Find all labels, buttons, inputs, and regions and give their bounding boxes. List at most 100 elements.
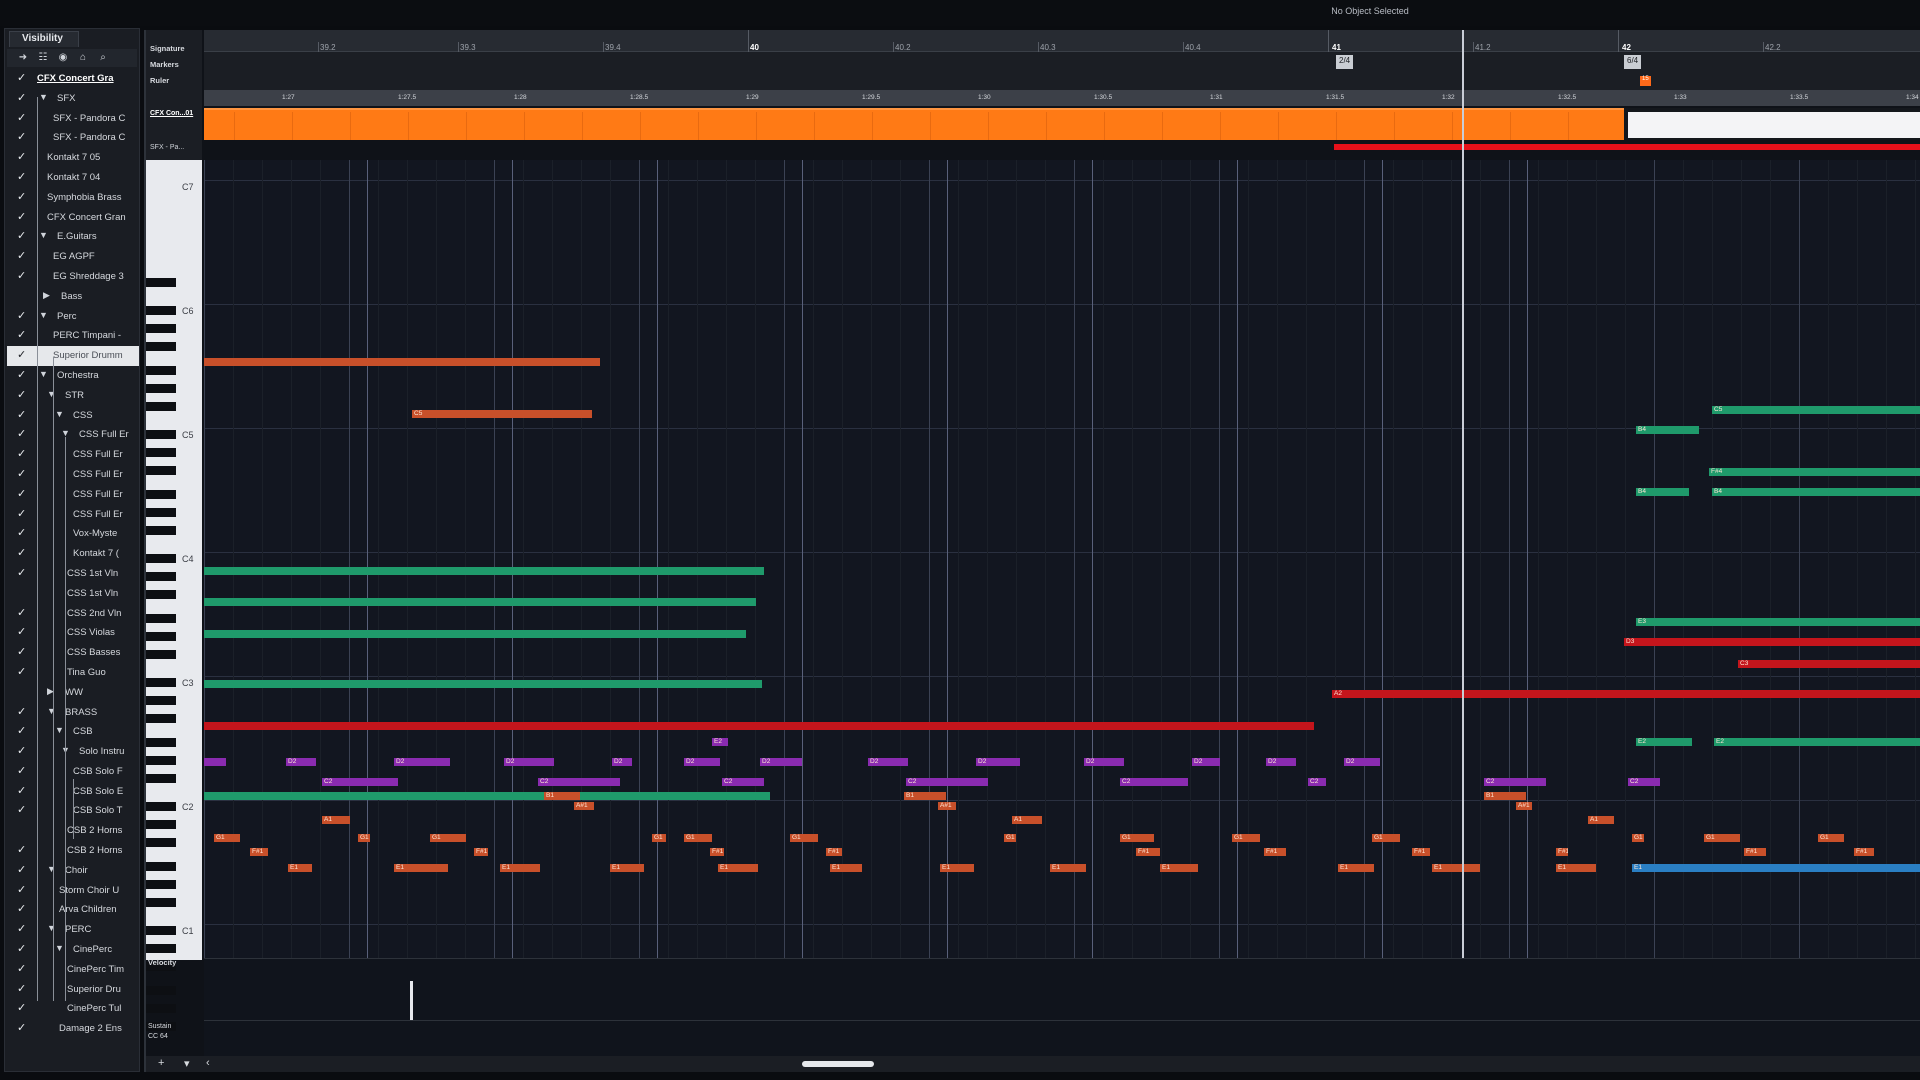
track-visibility-checkbox[interactable]: ✓ xyxy=(17,844,29,856)
midi-note[interactable] xyxy=(204,567,764,575)
track-visibility-checkbox[interactable]: ✓ xyxy=(17,706,29,718)
black-key[interactable] xyxy=(146,944,176,953)
midi-note[interactable]: G1 xyxy=(1818,834,1844,842)
track-visibility-checkbox[interactable]: ✓ xyxy=(17,864,29,876)
midi-note[interactable]: A#1 xyxy=(1516,802,1532,810)
midi-note[interactable]: C2 xyxy=(906,778,988,786)
track-visibility-checkbox[interactable]: ✓ xyxy=(17,646,29,658)
visibility-track-row[interactable]: ✓▼Solo Instru xyxy=(7,742,139,762)
track-visibility-checkbox[interactable]: ✓ xyxy=(17,428,29,440)
black-key[interactable] xyxy=(146,430,176,439)
midi-note[interactable]: G1 xyxy=(430,834,466,842)
part-empty-region[interactable] xyxy=(1628,112,1920,138)
midi-note[interactable]: D3 xyxy=(1624,638,1920,646)
visibility-track-row[interactable]: ✓ CFX Concert Gra xyxy=(7,69,139,89)
track-visibility-checkbox[interactable] xyxy=(17,824,29,836)
midi-note[interactable]: D2 xyxy=(868,758,908,766)
black-key[interactable] xyxy=(146,448,176,457)
tree-icon[interactable]: ☷ xyxy=(35,51,51,65)
folder-collapsed-icon[interactable]: ▶ xyxy=(43,290,50,301)
track-visibility-checkbox[interactable]: ✓ xyxy=(17,765,29,777)
midi-note[interactable] xyxy=(204,598,756,606)
black-key[interactable] xyxy=(146,714,176,723)
midi-note[interactable]: C2 xyxy=(1628,778,1660,786)
midi-note[interactable]: E1 xyxy=(1432,864,1458,872)
midi-note[interactable]: E3 xyxy=(1636,618,1920,626)
midi-note[interactable]: E1 xyxy=(610,864,644,872)
visibility-track-row[interactable]: ✓ CSB 2 Horns xyxy=(7,841,139,861)
track-visibility-checkbox[interactable]: ✓ xyxy=(17,131,29,143)
track-visibility-checkbox[interactable]: ✓ xyxy=(17,884,29,896)
visibility-track-row[interactable]: ✓ Kontakt 7 ( xyxy=(7,544,139,564)
black-key[interactable] xyxy=(146,862,176,871)
midi-note[interactable]: G1 xyxy=(1004,834,1016,842)
visibility-track-row[interactable]: ✓ Vox-Myste xyxy=(7,524,139,544)
midi-note[interactable]: F#1 xyxy=(1264,848,1286,856)
arrow-right-icon[interactable]: ➜ xyxy=(15,51,31,65)
visibility-track-row[interactable]: ✓ ▼ PERC xyxy=(7,920,139,940)
midi-note[interactable]: D2 xyxy=(976,758,1020,766)
visibility-track-row[interactable]: ✓ CSS Full Er xyxy=(7,465,139,485)
midi-note[interactable]: A1 xyxy=(322,816,350,824)
black-key[interactable] xyxy=(146,508,176,517)
track-visibility-checkbox[interactable]: ✓ xyxy=(17,1022,29,1034)
track-visibility-checkbox[interactable]: ✓ xyxy=(17,943,29,955)
track-visibility-checkbox[interactable]: ✓ xyxy=(17,923,29,935)
visibility-track-row[interactable]: CSS 1st Vln xyxy=(7,584,139,604)
midi-note[interactable]: A#1 xyxy=(938,802,956,810)
visibility-track-row[interactable]: ✓ ▼ CSS xyxy=(7,406,139,426)
track-visibility-checkbox[interactable]: ✓ xyxy=(17,963,29,975)
midi-note[interactable] xyxy=(204,758,226,766)
midi-note[interactable]: D2 xyxy=(1192,758,1220,766)
visibility-track-row[interactable]: ✓ CSS Full Er xyxy=(7,445,139,465)
folder-expanded-icon[interactable]: ▼ xyxy=(55,409,64,419)
visibility-track-row[interactable]: ✓ CSS 2nd Vln xyxy=(7,604,139,624)
visibility-track-row[interactable]: ✓ CSS Violas xyxy=(7,623,139,643)
midi-note[interactable]: E1 xyxy=(718,864,758,872)
midi-note[interactable]: C2 xyxy=(1308,778,1326,786)
black-key[interactable] xyxy=(146,820,176,829)
visibility-track-row[interactable]: ✓ EG Shreddage 3 xyxy=(7,267,139,287)
folder-expanded-icon[interactable]: ▼ xyxy=(39,92,48,102)
midi-note[interactable]: E1 xyxy=(1050,864,1086,872)
track-visibility-checkbox[interactable]: ✓ xyxy=(17,409,29,421)
visibility-track-row[interactable]: ▶ WW xyxy=(7,683,139,703)
midi-note[interactable]: E1 xyxy=(940,864,974,872)
midi-note[interactable] xyxy=(204,630,746,638)
black-key[interactable] xyxy=(146,342,176,351)
visibility-track-row[interactable]: ✓ ▼ STR xyxy=(7,386,139,406)
black-key[interactable] xyxy=(146,278,176,287)
visibility-tab[interactable]: Visibility xyxy=(9,31,79,47)
midi-note[interactable]: D2 xyxy=(1084,758,1124,766)
visibility-track-row[interactable]: ✓ CSS 1st Vln xyxy=(7,564,139,584)
velocity-bar[interactable] xyxy=(410,981,413,1021)
midi-note[interactable]: E1 xyxy=(830,864,862,872)
midi-note[interactable]: E1 xyxy=(1160,864,1198,872)
black-key[interactable] xyxy=(146,774,176,783)
signature-lane[interactable]: 2/4 6/4 xyxy=(204,52,1920,72)
visibility-track-row[interactable]: ✓ Kontakt 7 05 xyxy=(7,148,139,168)
playhead-cursor[interactable] xyxy=(1462,30,1464,1060)
midi-note[interactable]: B1 xyxy=(904,792,946,800)
visibility-track-row[interactable]: ✓ CinePerc Tim xyxy=(7,960,139,980)
track-visibility-checkbox[interactable]: ✓ xyxy=(17,607,29,619)
track-visibility-checkbox[interactable] xyxy=(17,587,29,599)
midi-note[interactable]: E2 xyxy=(1636,738,1692,746)
note-grid[interactable]: C5 A2 B4 C5 F#4 B4 B4 E3 D3 C3 E2 E2 E2 D2 D2 D2 D2 D2 D2 D… xyxy=(204,160,1920,960)
visibility-track-row[interactable]: ✓ Symphobia Brass xyxy=(7,188,139,208)
midi-note[interactable]: C3 xyxy=(1738,660,1920,668)
track-visibility-checkbox[interactable] xyxy=(17,290,29,302)
folder-expanded-icon[interactable]: ▼ xyxy=(39,369,48,379)
part-lane[interactable] xyxy=(204,108,1920,140)
folder-expanded-icon[interactable]: ▼ xyxy=(47,706,56,716)
black-key[interactable] xyxy=(146,490,176,499)
midi-note[interactable]: E1 xyxy=(1338,864,1374,872)
folder-expanded-icon[interactable]: ▼ xyxy=(39,230,48,240)
midi-note[interactable]: F#1 xyxy=(826,848,842,856)
black-key[interactable] xyxy=(146,696,176,705)
track-visibility-checkbox[interactable]: ✓ xyxy=(17,270,29,282)
visibility-track-row[interactable]: ✓ CSS Full Er xyxy=(7,485,139,505)
midi-note[interactable]: B4 xyxy=(1636,488,1689,496)
midi-note[interactable]: G1 xyxy=(1704,834,1740,842)
velocity-lane[interactable] xyxy=(204,958,1920,1021)
